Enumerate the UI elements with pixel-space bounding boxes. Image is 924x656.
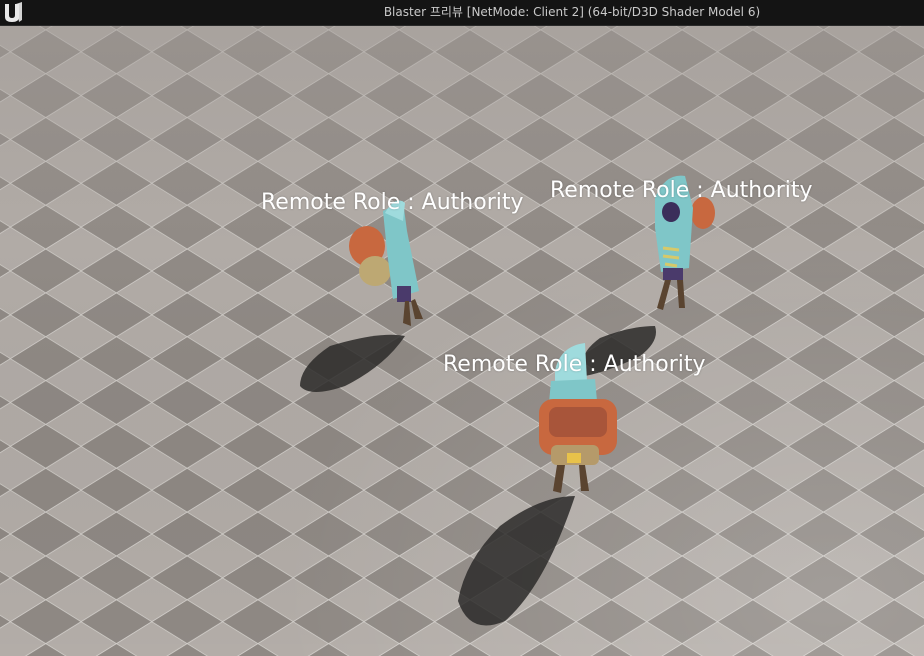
unreal-engine-logo-icon — [5, 2, 22, 22]
overhead-label-remote-role: Remote Role : Authority — [443, 352, 706, 377]
game-viewport[interactable]: Remote Role : Authority Remote Role : Au… — [0, 26, 924, 656]
checkerboard-floor — [0, 26, 924, 656]
overhead-label-remote-role: Remote Role : Authority — [550, 178, 813, 203]
window-title-bar[interactable]: Blaster 프리뷰 [NetMode: Client 2] (64-bit/… — [0, 0, 924, 26]
window-title: Blaster 프리뷰 [NetMode: Client 2] (64-bit/… — [383, 5, 761, 19]
overhead-label-remote-role: Remote Role : Authority — [261, 190, 524, 215]
